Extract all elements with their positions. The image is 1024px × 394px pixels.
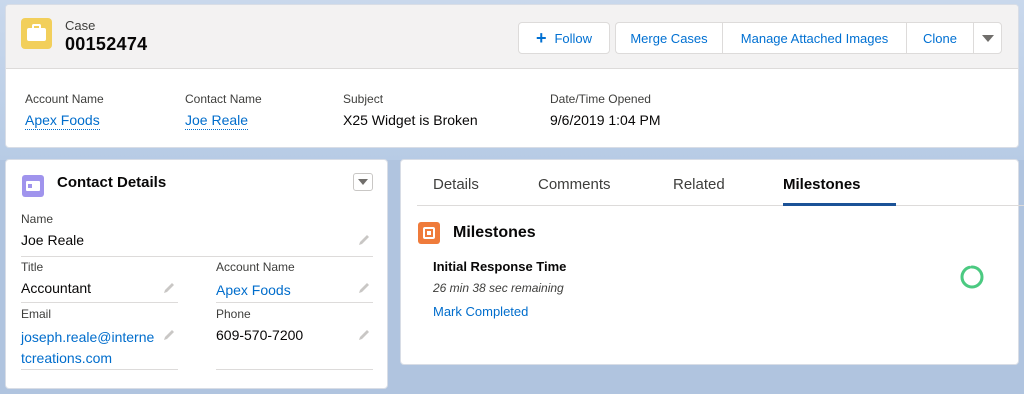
- title-value: Accountant: [21, 280, 92, 296]
- pencil-icon[interactable]: [358, 234, 370, 246]
- account-name-label: Account Name: [25, 92, 104, 106]
- active-tab-indicator: [783, 203, 896, 206]
- title-label: Title: [21, 260, 44, 274]
- tab-details[interactable]: Details: [433, 176, 479, 193]
- chevron-down-icon: [981, 34, 994, 42]
- follow-button[interactable]: + Follow: [518, 22, 610, 54]
- account-name-link[interactable]: Apex Foods: [25, 112, 100, 130]
- highlight-subject: Subject X25 Widget is Broken: [343, 92, 478, 128]
- milestone-progress-ring: [960, 265, 984, 289]
- pencil-icon[interactable]: [358, 329, 370, 341]
- name-label: Name: [21, 212, 54, 226]
- date-opened-label: Date/Time Opened: [550, 92, 651, 106]
- milestone-icon: [418, 222, 440, 244]
- manage-attached-images-button[interactable]: Manage Attached Images: [722, 22, 906, 54]
- field-email: Email joseph.reale@interne tcreations.co…: [21, 307, 178, 370]
- phone-label: Phone: [216, 307, 251, 321]
- highlight-contact-name: Contact Name Joe Reale: [185, 92, 262, 130]
- field-name: Name Joe Reale: [21, 212, 373, 257]
- field-phone: Phone 609-570-7200: [216, 307, 373, 370]
- card-menu-button[interactable]: [353, 173, 373, 191]
- clone-button[interactable]: Clone: [906, 22, 973, 54]
- more-actions-button[interactable]: [973, 22, 1002, 54]
- pencil-icon[interactable]: [163, 282, 175, 294]
- milestone-name: Initial Response Time: [433, 259, 567, 274]
- tab-milestones[interactable]: Milestones: [783, 176, 861, 193]
- action-button-group: Merge Cases Manage Attached Images Clone: [615, 22, 1002, 54]
- card-title: Contact Details: [57, 174, 167, 191]
- tab-comments[interactable]: Comments: [538, 176, 611, 193]
- account-label: Account Name: [216, 260, 295, 274]
- follow-label: Follow: [554, 30, 593, 46]
- contact-name-label: Contact Name: [185, 92, 262, 106]
- record-title: 00152474: [65, 34, 148, 54]
- contact-details-card: Contact Details Name Joe Reale Title Acc…: [5, 159, 388, 389]
- email-line-2: tcreations.com: [21, 350, 113, 366]
- account-link[interactable]: Apex Foods: [216, 280, 373, 301]
- milestones-title: Milestones: [453, 224, 536, 241]
- merge-cases-button[interactable]: Merge Cases: [615, 22, 722, 54]
- briefcase-icon: [21, 18, 52, 49]
- record-header: Case 00152474 + Follow Merge Cases Manag…: [6, 5, 1018, 69]
- date-opened-value: 9/6/2019 1:04 PM: [550, 112, 661, 128]
- highlight-account-name: Account Name Apex Foods: [25, 92, 104, 130]
- email-line-1: joseph.reale@interne: [21, 329, 155, 345]
- milestone-time-remaining: 26 min 38 sec remaining: [433, 281, 564, 295]
- tab-bar: Details Comments Related Milestones: [417, 160, 1024, 206]
- field-title: Title Accountant: [21, 260, 178, 303]
- tab-related[interactable]: Related: [673, 176, 725, 193]
- contact-name-link[interactable]: Joe Reale: [185, 112, 249, 130]
- highlight-date-opened: Date/Time Opened 9/6/2019 1:04 PM: [550, 92, 661, 128]
- contact-card-icon: [22, 175, 44, 197]
- email-link[interactable]: joseph.reale@interne tcreations.com: [21, 327, 178, 369]
- pencil-icon[interactable]: [358, 282, 370, 294]
- subject-value: X25 Widget is Broken: [343, 112, 478, 128]
- subject-label: Subject: [343, 92, 384, 106]
- pencil-icon[interactable]: [163, 329, 175, 341]
- record-tabs-card: Details Comments Related Milestones Mile…: [400, 159, 1024, 365]
- field-account-name: Account Name Apex Foods: [216, 260, 373, 303]
- record-highlights-panel: Case 00152474 + Follow Merge Cases Manag…: [5, 4, 1019, 148]
- object-label: Case: [65, 18, 96, 33]
- name-value: Joe Reale: [21, 232, 85, 248]
- phone-value: 609-570-7200: [216, 327, 304, 343]
- chevron-down-icon: [358, 179, 368, 185]
- mark-completed-link[interactable]: Mark Completed: [433, 304, 528, 319]
- plus-icon: +: [535, 28, 547, 48]
- email-label: Email: [21, 307, 52, 321]
